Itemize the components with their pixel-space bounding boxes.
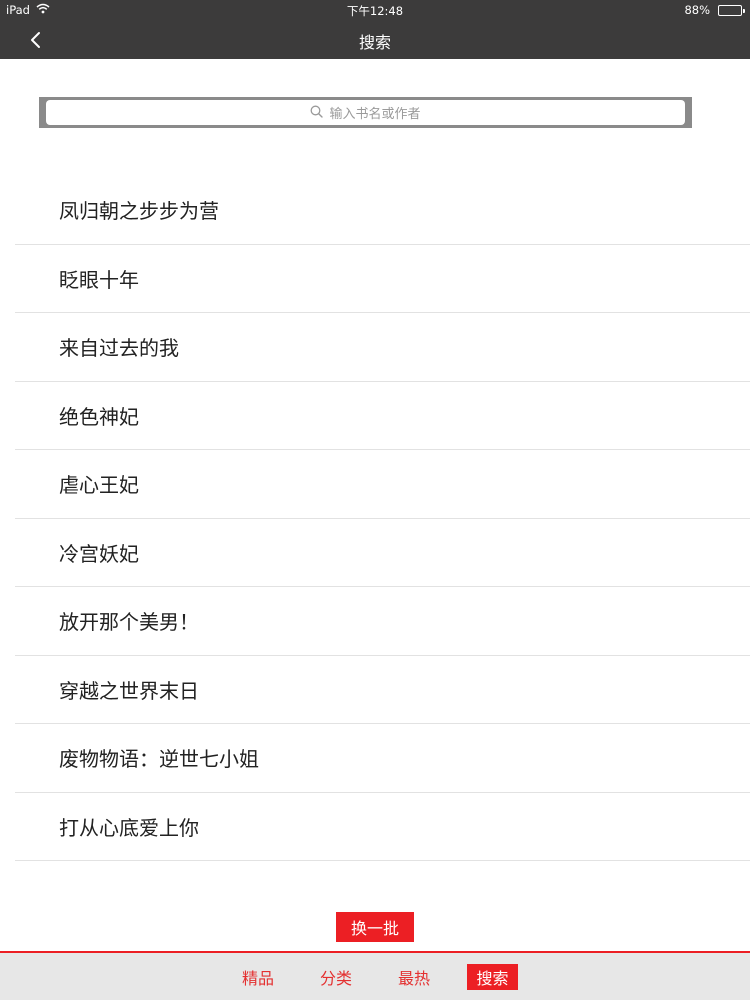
book-item[interactable]: 绝色神妃 bbox=[15, 382, 750, 450]
top-bar: iPad 下午12:48 88% 搜索 bbox=[0, 0, 750, 59]
search-placeholder: 输入书名或作者 bbox=[329, 107, 421, 122]
book-item[interactable]: 冷宫妖妃 bbox=[15, 519, 750, 587]
book-item[interactable]: 凤归朝之步步为营 bbox=[15, 176, 750, 245]
book-item[interactable]: 废物物语：逆世七小姐 bbox=[15, 724, 750, 793]
book-item[interactable]: 穿越之世界末日 bbox=[15, 656, 750, 724]
book-item[interactable]: 虐心王妃 bbox=[15, 450, 750, 519]
book-item[interactable]: 放开那个美男！ bbox=[15, 587, 750, 656]
tab-categories[interactable]: 分类 bbox=[314, 964, 358, 990]
book-item[interactable]: 打从心底爱上你 bbox=[15, 793, 750, 861]
battery-icon bbox=[718, 5, 745, 16]
book-list: 凤归朝之步步为营 眨眼十年 来自过去的我 绝色神妃 虐心王妃 冷宫妖妃 放开那个… bbox=[15, 176, 750, 861]
status-bar: iPad 下午12:48 88% bbox=[0, 0, 750, 20]
page-title: 搜索 bbox=[358, 33, 391, 52]
battery-percent: 88% bbox=[684, 3, 710, 17]
tab-featured[interactable]: 精品 bbox=[236, 964, 280, 990]
tab-bar: 精品 分类 最热 搜索 bbox=[0, 951, 750, 1000]
search-bar: 输入书名或作者 bbox=[39, 97, 692, 128]
book-item[interactable]: 来自过去的我 bbox=[15, 313, 750, 382]
nav-bar: 搜索 bbox=[0, 20, 750, 59]
search-icon bbox=[310, 103, 324, 122]
status-time: 下午12:48 bbox=[346, 4, 404, 18]
tab-search[interactable]: 搜索 bbox=[467, 964, 518, 990]
search-input[interactable]: 输入书名或作者 bbox=[46, 100, 685, 125]
tab-hottest[interactable]: 最热 bbox=[392, 964, 436, 990]
refresh-button[interactable]: 换一批 bbox=[336, 912, 414, 942]
book-item[interactable]: 眨眼十年 bbox=[15, 245, 750, 313]
